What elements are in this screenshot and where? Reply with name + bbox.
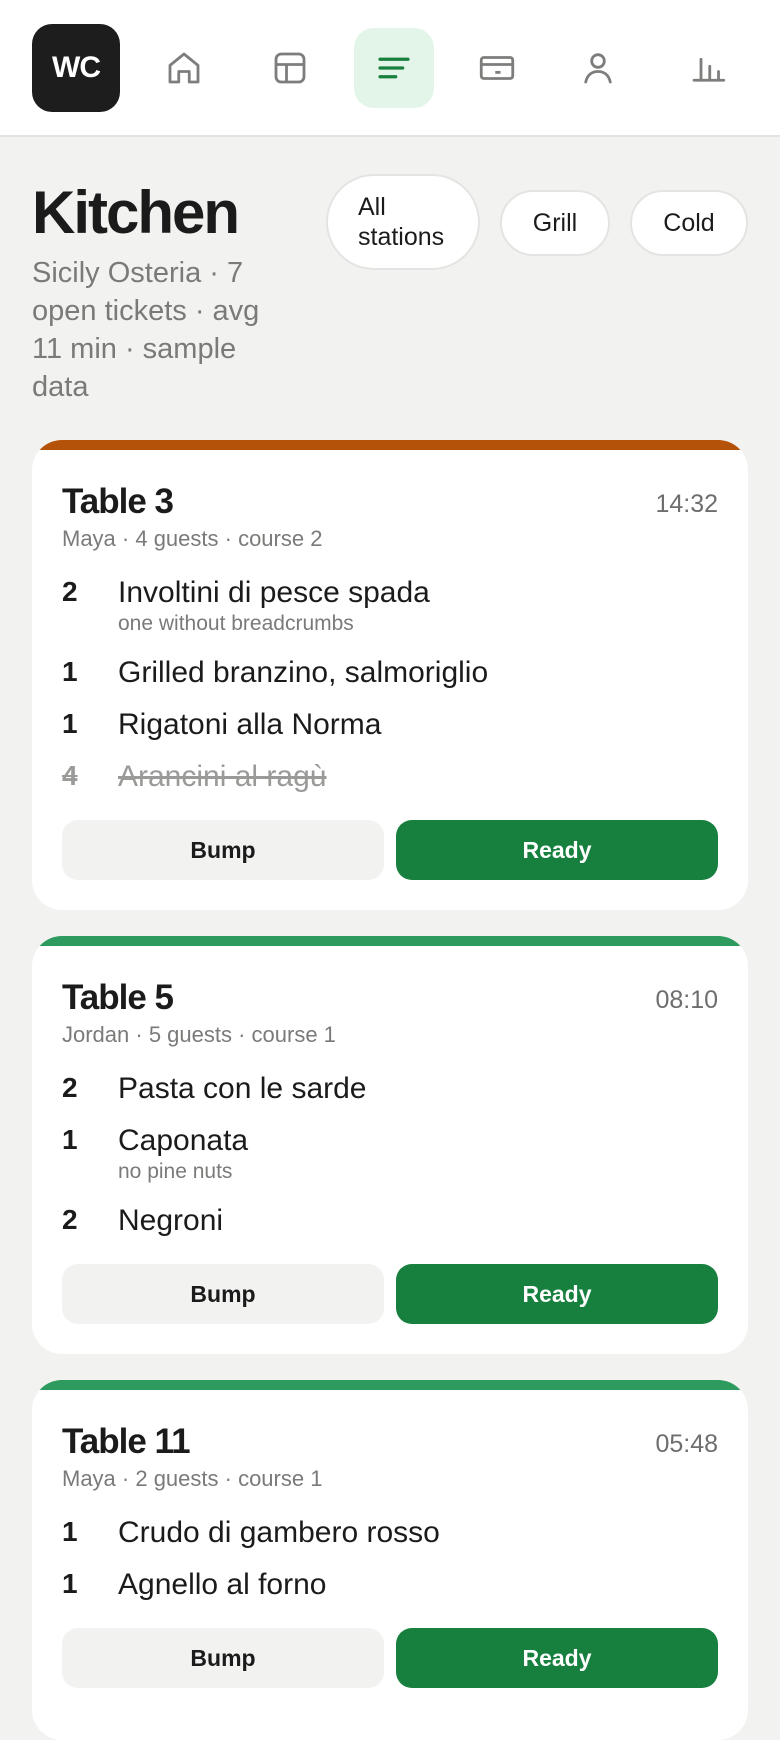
list-icon bbox=[378, 57, 410, 79]
nav-home[interactable] bbox=[144, 28, 224, 108]
filter-all-stations[interactable]: All stations bbox=[326, 174, 480, 270]
item-qty: 1 bbox=[62, 708, 78, 739]
item-qty: 1 bbox=[62, 1124, 78, 1155]
page-subtitle: Sicily Osteria · 7 open tickets · avg 11… bbox=[32, 257, 260, 403]
bump-button[interactable]: Bump bbox=[62, 1264, 384, 1324]
ticket-title: Table 3 bbox=[62, 482, 174, 521]
logo[interactable]: WC bbox=[32, 24, 120, 112]
ticket-card: Table 3 14:32 Maya · 4 guests · course 2… bbox=[32, 440, 748, 910]
item-qty: 2 bbox=[62, 576, 78, 607]
ticket-meta: Maya · 2 guests · course 1 bbox=[62, 1466, 323, 1491]
nav-kitchen[interactable] bbox=[354, 28, 434, 108]
ready-button[interactable]: Ready bbox=[396, 1628, 718, 1688]
page-title: Kitchen bbox=[32, 179, 240, 246]
filter-grill[interactable]: Grill bbox=[500, 190, 610, 256]
ticket-card: Table 5 08:10 Jordan · 5 guests · course… bbox=[32, 936, 748, 1354]
bump-button[interactable]: Bump bbox=[62, 820, 384, 880]
nav-staff[interactable] bbox=[558, 28, 638, 108]
bump-button[interactable]: Bump bbox=[62, 1628, 384, 1688]
filter-cold[interactable]: Cold bbox=[630, 190, 748, 256]
person-icon bbox=[584, 53, 612, 84]
item-name: Negroni bbox=[118, 1204, 224, 1237]
item-qty: 1 bbox=[62, 1516, 78, 1547]
item-name: Pasta con le sarde bbox=[118, 1072, 367, 1105]
item-name: Involtini di pesce spada bbox=[118, 576, 430, 609]
ready-button[interactable]: Ready bbox=[396, 1264, 718, 1324]
ticket-accent-bar bbox=[32, 936, 748, 946]
item-note: one without breadcrumbs bbox=[118, 612, 354, 635]
item-qty: 2 bbox=[62, 1072, 78, 1103]
ticket-card: Table 11 05:48 Maya · 2 guests · course … bbox=[32, 1380, 748, 1740]
item-name: Crudo di gambero rosso bbox=[118, 1516, 440, 1549]
ticket-title: Table 5 bbox=[62, 978, 174, 1017]
ticket-timer: 05:48 bbox=[655, 1430, 718, 1458]
ready-button[interactable]: Ready bbox=[396, 820, 718, 880]
ticket-accent-bar bbox=[32, 440, 748, 450]
ticket-meta: Maya · 4 guests · course 2 bbox=[62, 526, 323, 551]
card-icon bbox=[479, 56, 515, 80]
ticket-timer: 14:32 bbox=[655, 490, 718, 518]
item-qty: 1 bbox=[62, 656, 78, 687]
ticket-meta: Jordan · 5 guests · course 1 bbox=[62, 1022, 336, 1047]
nav-payments[interactable] bbox=[457, 28, 537, 108]
top-nav-bar: WC bbox=[0, 0, 780, 137]
item-name: Caponata bbox=[118, 1124, 249, 1157]
ticket-title: Table 11 bbox=[62, 1422, 191, 1461]
table-layout-icon bbox=[274, 52, 306, 84]
item-name: Grilled branzino, salmoriglio bbox=[118, 656, 489, 689]
item-name: Rigatoni alla Norma bbox=[118, 708, 382, 741]
filter-label: All stations bbox=[358, 193, 445, 251]
item-name: Arancini al ragù bbox=[118, 760, 327, 793]
bar-chart-icon bbox=[692, 57, 726, 82]
filter-label: Grill bbox=[532, 209, 578, 237]
filter-label: Cold bbox=[663, 209, 715, 237]
ticket-timer: 08:10 bbox=[655, 986, 718, 1014]
nav-tables[interactable] bbox=[250, 28, 330, 108]
nav-reports[interactable] bbox=[668, 28, 748, 108]
item-qty: 4 bbox=[62, 760, 78, 791]
item-note: no pine nuts bbox=[118, 1160, 233, 1183]
item-qty: 2 bbox=[62, 1204, 78, 1235]
item-qty: 1 bbox=[62, 1568, 78, 1599]
ticket-accent-bar bbox=[32, 1380, 748, 1390]
home-icon bbox=[168, 52, 200, 84]
item-name: Agnello al forno bbox=[118, 1568, 327, 1601]
